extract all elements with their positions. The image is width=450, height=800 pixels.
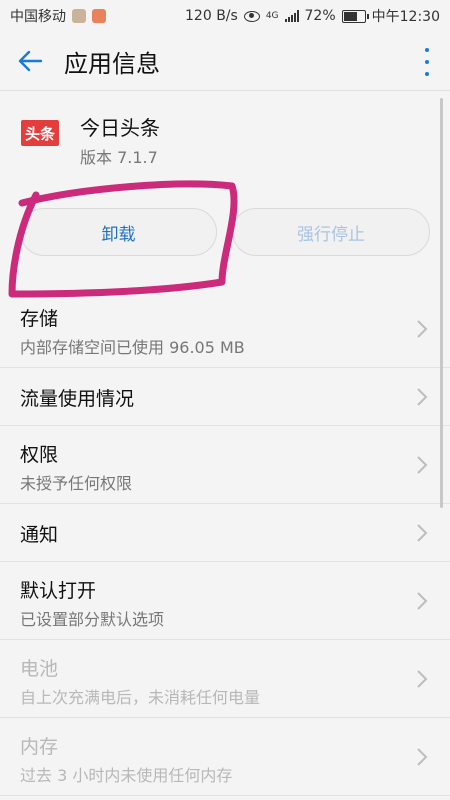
more-options-icon[interactable]	[420, 48, 434, 76]
item-title: 电池	[20, 658, 59, 680]
app-version: 版本 7.1.7	[80, 148, 158, 167]
chevron-right-icon	[417, 320, 428, 338]
item-title: 内存	[20, 736, 59, 758]
signal-icon	[284, 10, 299, 22]
clock: 中午12:30	[371, 9, 440, 25]
app-bar: 应用信息	[0, 32, 450, 90]
eye-comfort-icon	[243, 10, 260, 22]
back-button[interactable]	[0, 32, 60, 90]
app-header: 头条 今日头条 版本 7.1.7	[0, 100, 450, 180]
battery-percent: 72%	[304, 8, 336, 24]
item-title: 通知	[20, 524, 59, 546]
settings-list: 存储 内部存储空间已使用 96.05 MB 流量使用情况 权限 未授予任何权限 …	[0, 290, 450, 796]
item-title: 默认打开	[20, 580, 97, 602]
list-item-memory[interactable]: 内存 过去 3 小时内未使用任何内存	[0, 718, 450, 796]
list-item-notifications[interactable]: 通知	[0, 504, 450, 562]
item-title: 存储	[20, 308, 59, 330]
network-type: 4G	[265, 11, 279, 21]
chevron-right-icon	[417, 388, 428, 406]
battery-icon	[341, 9, 369, 23]
chevron-right-icon	[417, 456, 428, 474]
network-speed: 120 B/s	[185, 8, 238, 24]
notification-app-icon	[92, 9, 106, 23]
item-subtitle: 内部存储空间已使用 96.05 MB	[20, 338, 245, 357]
uninstall-button[interactable]: 卸载	[20, 208, 217, 256]
notification-app-icon	[72, 9, 86, 23]
chevron-right-icon	[417, 592, 428, 610]
page-title: 应用信息	[64, 49, 160, 78]
list-item-storage[interactable]: 存储 内部存储空间已使用 96.05 MB	[0, 290, 450, 368]
item-title: 权限	[20, 444, 59, 466]
list-item-data-usage[interactable]: 流量使用情况	[0, 368, 450, 426]
header-divider	[0, 90, 450, 91]
chevron-right-icon	[417, 524, 428, 542]
app-icon: 头条	[21, 120, 59, 146]
scrollbar[interactable]	[440, 98, 443, 508]
back-arrow-icon	[18, 50, 43, 72]
status-bar: 中国移动 120 B/s 4G 72% 中午12:30	[0, 0, 450, 32]
app-name: 今日头条	[80, 116, 160, 140]
item-subtitle: 自上次充满电后，未消耗任何电量	[20, 688, 261, 707]
item-subtitle: 未授予任何权限	[20, 474, 133, 493]
force-stop-button[interactable]: 强行停止	[232, 208, 430, 256]
chevron-right-icon	[417, 670, 428, 688]
list-item-default-open[interactable]: 默认打开 已设置部分默认选项	[0, 562, 450, 640]
item-subtitle: 已设置部分默认选项	[20, 610, 165, 629]
item-title: 流量使用情况	[20, 388, 135, 410]
chevron-right-icon	[417, 748, 428, 766]
list-item-permissions[interactable]: 权限 未授予任何权限	[0, 426, 450, 504]
list-item-battery[interactable]: 电池 自上次充满电后，未消耗任何电量	[0, 640, 450, 718]
item-subtitle: 过去 3 小时内未使用任何内存	[20, 766, 233, 785]
carrier-name: 中国移动	[10, 9, 66, 25]
